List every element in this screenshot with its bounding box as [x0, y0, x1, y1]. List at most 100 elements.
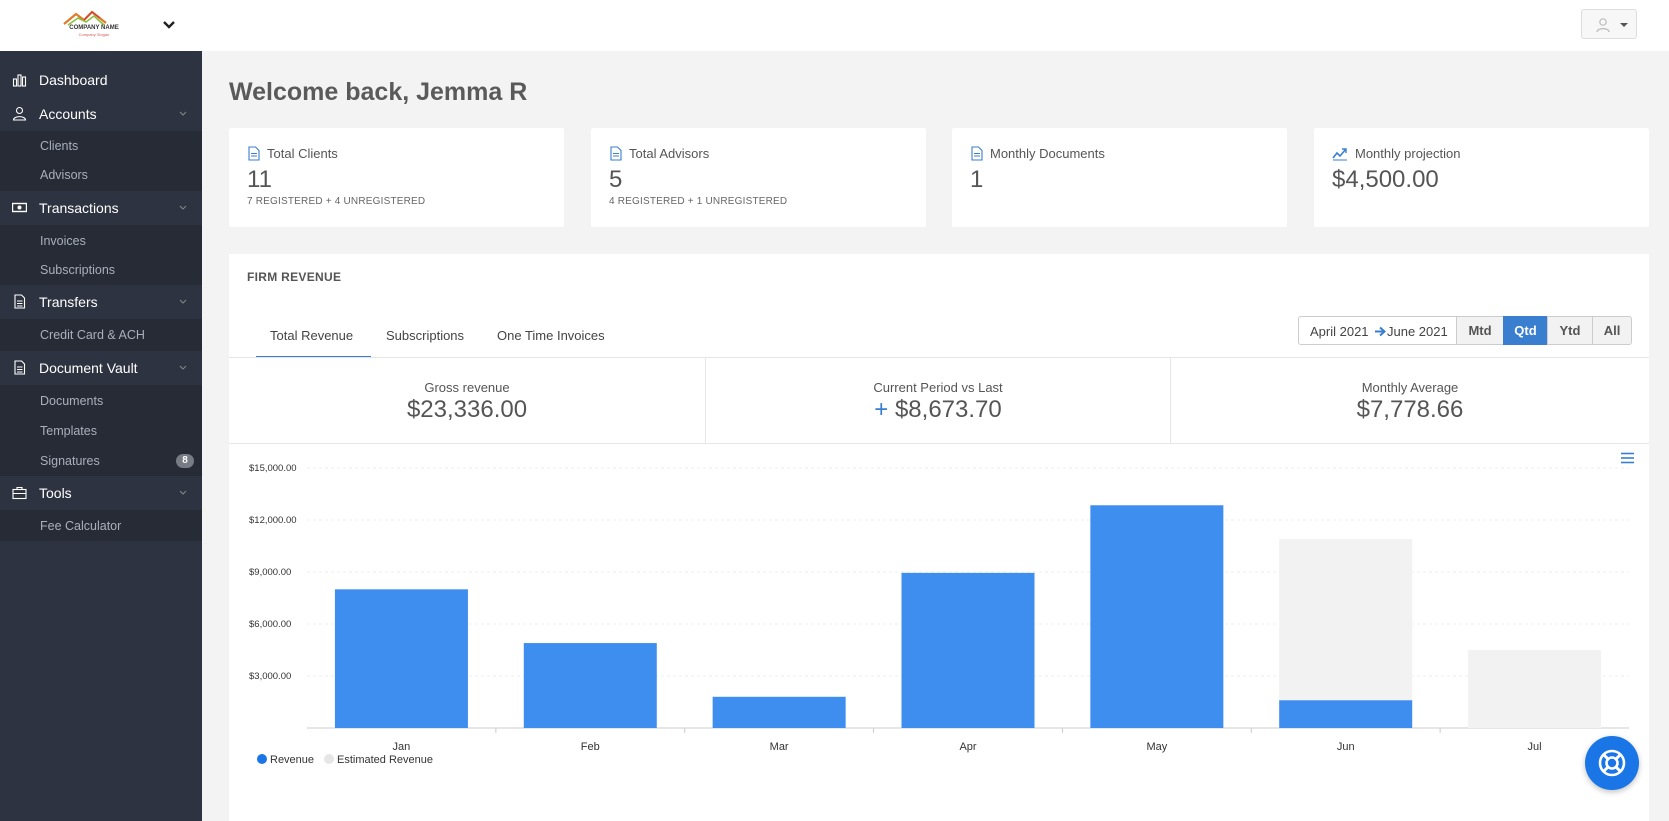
sidebar-item-label: Document Vault [39, 360, 138, 376]
x-tick-label: Jun [1337, 741, 1355, 753]
chevron-down-icon [179, 111, 187, 116]
date-range-picker[interactable]: April 2021 June 2021 [1298, 316, 1457, 345]
stat-subtitle: 7 REGISTERED + 4 UNREGISTERED [247, 196, 426, 207]
help-button[interactable] [1585, 736, 1639, 790]
legend-swatch-revenue [257, 754, 267, 764]
revenue-bar-chart: $3,000.00 $6,000.00 $9,000.00 $12,000.00 $15… [249, 463, 1629, 766]
kpi-value: $7,778.66 [1356, 396, 1464, 423]
sidebar-item-label: Fee Calculator [40, 519, 122, 533]
chevron-down-icon [179, 365, 187, 370]
signatures-count-badge: 8 [176, 454, 194, 468]
y-tick-label: $15,000.00 [249, 463, 297, 474]
company-logo[interactable]: COMPANY NAME Company Slogan [54, 9, 134, 37]
sidebar-item-label: Clients [40, 139, 79, 153]
document-vault-submenu: Documents Templates Signatures 8 [0, 385, 202, 476]
stat-title: Monthly Documents [990, 146, 1105, 161]
sidebar-item-label: Dashboard [39, 72, 108, 88]
stat-card-total-clients: Total Clients 11 7 REGISTERED + 4 UNREGI… [229, 128, 564, 227]
sidebar-item-advisors[interactable]: Advisors [0, 160, 202, 190]
kpi-label: Gross revenue [424, 380, 510, 395]
document-icon [610, 146, 622, 161]
revenue-bar [1279, 700, 1413, 728]
firm-revenue-title: FIRM REVENUE [247, 270, 342, 284]
x-tick-label: Mar [770, 741, 789, 753]
stat-value: 5 [609, 166, 623, 193]
sidebar-item-subscriptions[interactable]: Subscriptions [0, 255, 202, 285]
sidebar-item-label: Documents [40, 394, 104, 408]
user-icon [12, 106, 27, 121]
sidebar-item-tools[interactable]: Tools [0, 476, 202, 510]
document-icon [14, 360, 26, 375]
period-all-button[interactable]: All [1592, 316, 1632, 345]
sidebar-item-label: Credit Card & ACH [40, 328, 145, 342]
chevron-down-icon [179, 299, 187, 304]
sidebar-item-fee-calculator[interactable]: Fee Calculator [0, 511, 202, 541]
top-bar: COMPANY NAME Company Slogan [0, 0, 1669, 51]
sidebar-item-dashboard[interactable]: Dashboard [0, 63, 202, 97]
stat-card-monthly-documents: Monthly Documents 1 [952, 128, 1287, 227]
stat-title: Total Clients [267, 146, 338, 161]
estimated-revenue-bar [1468, 650, 1602, 728]
sidebar-item-label: Transactions [39, 200, 119, 216]
revenue-bar [901, 572, 1035, 728]
x-tick-label: Apr [959, 741, 976, 753]
stat-value: 1 [970, 166, 984, 193]
kpi-value-wrap: + $8,673.70 [706, 396, 1170, 424]
line-chart-icon [1332, 148, 1347, 161]
sidebar-item-accounts[interactable]: Accounts [0, 97, 202, 131]
x-tick-label: May [1146, 741, 1167, 753]
sidebar-item-credit-card-ach[interactable]: Credit Card & ACH [0, 320, 202, 350]
kpi-current-vs-last: Current Period vs Last + $8,673.70 [706, 358, 1170, 444]
tab-total-revenue[interactable]: Total Revenue [270, 328, 353, 343]
revenue-bar [712, 696, 846, 728]
legend-swatch-estimated [324, 754, 334, 764]
period-mtd-button[interactable]: Mtd [1456, 316, 1504, 345]
x-tick-label: Jul [1528, 741, 1542, 753]
kpi-monthly-average: Monthly Average $7,778.66 [1171, 358, 1649, 444]
sidebar-item-invoices[interactable]: Invoices [0, 226, 202, 256]
legend-label-revenue: Revenue [270, 754, 314, 766]
transfers-submenu: Credit Card & ACH [0, 319, 202, 351]
document-icon [971, 146, 983, 161]
plus-icon: + [874, 396, 889, 423]
tab-subscriptions[interactable]: Subscriptions [386, 328, 464, 343]
revenue-kpi-row: Gross revenue $23,336.00 Current Period … [229, 357, 1649, 444]
kpi-label: Current Period vs Last [873, 380, 1003, 395]
revenue-bar [523, 643, 657, 728]
sidebar-item-label: Subscriptions [40, 263, 116, 277]
kpi-gross-revenue: Gross revenue $23,336.00 [229, 358, 705, 444]
range-end: June 2021 [1387, 324, 1448, 339]
sidebar-item-documents[interactable]: Documents [0, 386, 202, 416]
sidebar-item-clients[interactable]: Clients [0, 131, 202, 161]
document-icon [14, 294, 26, 309]
sidebar-item-transactions[interactable]: Transactions [0, 191, 202, 225]
sidebar-item-document-vault[interactable]: Document Vault [0, 351, 202, 385]
stat-value: 11 [247, 166, 272, 193]
revenue-bar [1090, 505, 1224, 728]
sidebar-item-label: Tools [39, 485, 72, 501]
sidebar-item-signatures[interactable]: Signatures 8 [0, 446, 202, 476]
stat-card-total-advisors: Total Advisors 5 4 REGISTERED + 1 UNREGI… [591, 128, 926, 227]
tab-one-time-invoices[interactable]: One Time Invoices [497, 328, 605, 343]
stat-subtitle: 4 REGISTERED + 1 UNREGISTERED [609, 196, 788, 207]
company-slogan: Company Slogan [78, 32, 110, 37]
welcome-heading: Welcome back, Jemma R [229, 78, 528, 106]
firm-revenue-card: FIRM REVENUE Total Revenue Subscriptions… [229, 254, 1649, 821]
sidebar: Dashboard Accounts Clients Advisors Tran… [0, 51, 202, 821]
accounts-submenu: Clients Advisors [0, 131, 202, 191]
sidebar-item-label: Templates [40, 424, 97, 438]
period-qtd-button[interactable]: Qtd [1503, 316, 1548, 345]
stat-card-monthly-projection: Monthly projection $4,500.00 [1314, 128, 1649, 227]
lifebuoy-icon [1598, 749, 1626, 777]
sidebar-item-templates[interactable]: Templates [0, 416, 202, 446]
estimated-revenue-bar [1279, 539, 1413, 728]
chevron-down-icon [179, 490, 187, 495]
sidebar-item-transfers[interactable]: Transfers [0, 285, 202, 319]
period-ytd-button[interactable]: Ytd [1547, 316, 1593, 345]
y-tick-label: $12,000.00 [249, 515, 297, 526]
toolbox-icon [12, 486, 27, 500]
chevron-down-icon[interactable] [162, 18, 176, 32]
revenue-bar [334, 589, 468, 728]
document-icon [248, 146, 260, 161]
user-menu-button[interactable] [1581, 9, 1637, 39]
